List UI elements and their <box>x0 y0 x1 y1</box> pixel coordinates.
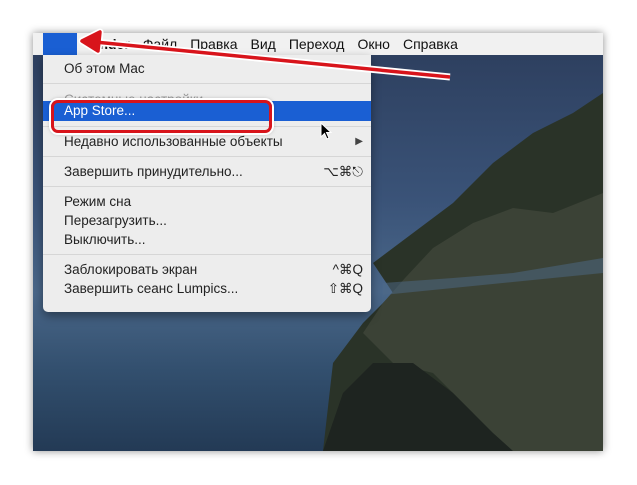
annotation-arrow-icon <box>78 28 451 81</box>
